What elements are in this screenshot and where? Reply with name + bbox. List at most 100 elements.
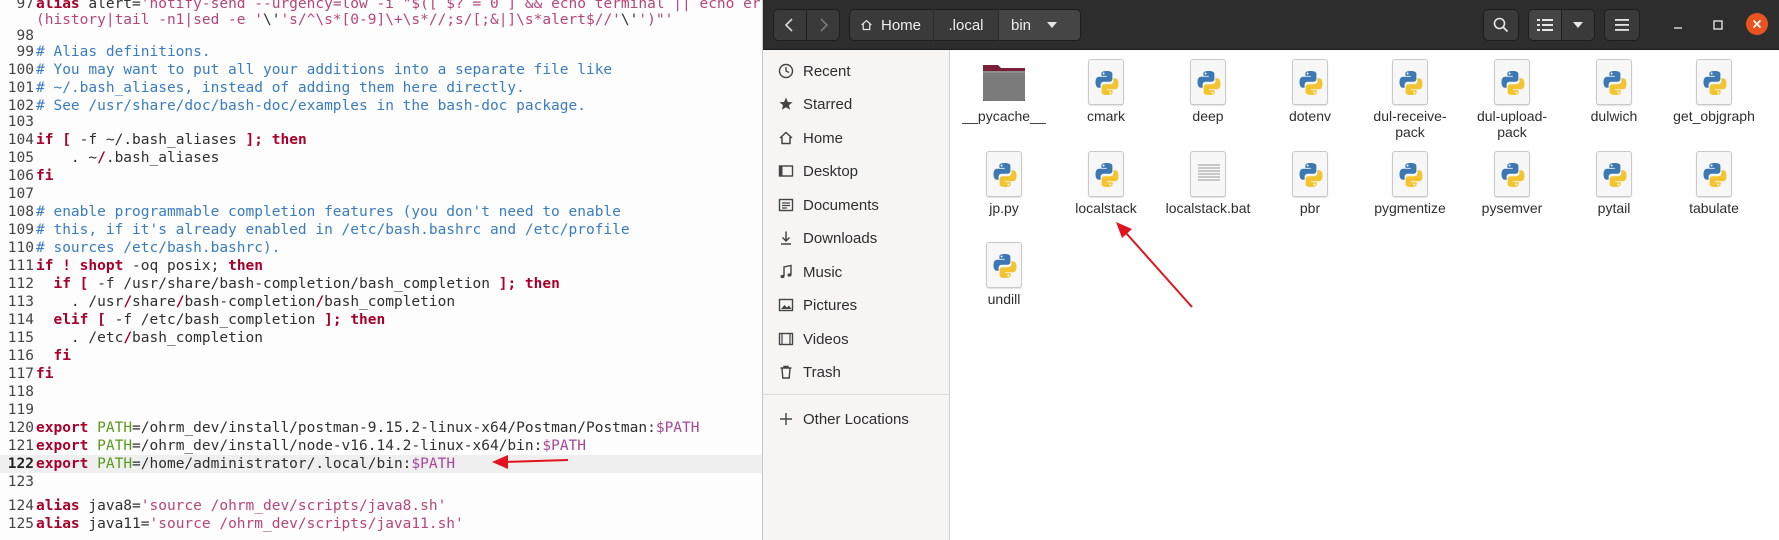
back-button[interactable] [773,9,807,41]
sidebar-item-videos[interactable]: Videos [763,322,950,356]
code-line[interactable]: 106 fi [0,167,762,185]
sidebar-item-trash[interactable]: Trash [763,355,950,389]
download-icon [777,229,795,247]
forward-button[interactable] [806,9,840,41]
text-editor[interactable]: 97 alias alert='notify-send --urgency=low… [0,0,762,540]
code-token: \' [262,12,281,28]
sidebar-item-documents[interactable]: Documents [763,188,950,222]
code-token: # this, if it's already enabled in /etc/… [36,222,630,238]
breadcrumb-bin[interactable]: bin [999,9,1081,41]
file-item[interactable]: deep [1162,55,1254,143]
sidebar-item-label: Videos [803,330,849,348]
code-line[interactable]: 115 . /etc/bash_completion [0,329,762,347]
code-line[interactable]: 119 [0,401,762,419]
file-item[interactable]: dotenv [1264,55,1356,143]
maximize-button[interactable] [1706,13,1730,37]
code-token: ]; [324,312,342,328]
code-token: $PATH [411,456,456,472]
code-line[interactable]: 112 if [ -f /usr/share/bash-completion/b… [0,275,762,293]
close-button[interactable] [1746,13,1768,35]
breadcrumb-home[interactable]: Home [849,9,933,41]
file-item[interactable]: pysemver [1466,147,1558,235]
menu-button[interactable] [1604,9,1640,41]
code-line[interactable]: 99 # Alias definitions. [0,43,762,61]
code-token: PATH [97,456,133,472]
desktop-icon [777,162,795,180]
sidebar-item-pictures[interactable]: Pictures [763,288,950,322]
sidebar-item-recent[interactable]: Recent [763,54,950,88]
code-line[interactable]: 113 . /usr/share/bash-completion/bash_co… [0,293,762,311]
line-number: 109 [7,222,34,238]
python-file-icon [1190,59,1226,105]
code-token: java8= [79,498,141,514]
code-line[interactable]: 103 [0,113,762,131]
breadcrumb-local[interactable]: .local [934,9,998,41]
code-token: bash-completion [184,294,316,310]
file-item[interactable]: pbr [1264,147,1356,235]
code-line[interactable]: 110 # sources /etc/bash.bashrc). [0,239,762,257]
file-item[interactable]: localstack.bat [1162,147,1254,235]
file-item[interactable]: jp.py [958,147,1050,235]
code-line[interactable]: 118 [0,383,762,401]
search-button[interactable] [1483,9,1519,41]
code-line[interactable]: 121 export PATH=/ohrm_dev/install/node-v1… [0,437,762,455]
file-grid[interactable]: __pycache__ cmark deep dotenv dul-receive-pa… [951,50,1779,540]
line-number: 108 [7,204,34,220]
sidebar-item-music[interactable]: Music [763,255,950,289]
code-token: fi [36,366,54,382]
file-item[interactable]: dul-upload-pack [1466,55,1558,143]
code-line[interactable]: 122 export PATH=/home/administrator/.loca… [0,455,762,473]
trash-icon [777,363,795,381]
python-file-icon [1392,59,1428,105]
code-line[interactable]: 120 export PATH=/ohrm_dev/install/postman… [0,419,762,437]
sidebar-item-downloads[interactable]: Downloads [763,221,950,255]
file-name: localstack.bat [1165,200,1251,216]
code-line[interactable]: 123 [0,473,762,491]
code-line[interactable]: 114 elif [ -f /etc/bash_completion ]; th… [0,311,762,329]
file-item[interactable]: dulwich [1568,55,1660,143]
python-file-icon [1392,151,1428,197]
code-token: alias [36,516,80,532]
sidebar-item-label: Trash [803,363,841,381]
file-item[interactable]: pytail [1568,147,1660,235]
view-list-button[interactable] [1528,9,1562,41]
code-line[interactable]: 117 fi [0,365,762,383]
code-token: # enable programmable completion feature… [36,204,621,220]
text-file-icon [1190,151,1226,197]
file-item[interactable]: pygmentize [1364,147,1456,235]
code-line[interactable]: 116 fi [0,347,762,365]
code-line[interactable]: 101 # ~/.bash_aliases, instead of adding … [0,79,762,97]
file-item[interactable]: dul-receive-pack [1364,55,1456,143]
code-line[interactable]: 124 alias java8='source /ohrm_dev/scripts… [0,497,762,515]
minimize-button[interactable] [1666,13,1690,37]
sidebar-item-other-locations[interactable]: Other Locations [763,402,950,436]
view-options-button[interactable] [1561,9,1595,41]
file-name: __pycache__ [962,108,1046,124]
code-line[interactable]: 104 if [ -f ~/.bash_aliases ]; then [0,131,762,149]
code-token: ]; [498,276,517,292]
file-item[interactable]: get_objgraph [1668,55,1760,143]
code-line[interactable]: 100 # You may want to put all your additi… [0,61,762,79]
code-token: 'source /ohrm_dev/scripts/java11.sh' [149,516,464,532]
code-line[interactable]: 107 [0,185,762,203]
code-line[interactable]: 105 . ~/.bash_aliases [0,149,762,167]
code-line[interactable]: 111 if ! shopt -oq posix; then [0,257,762,275]
file-item[interactable]: undill [958,238,1050,326]
code-line[interactable]: 109 # this, if it's already enabled in /e… [0,221,762,239]
file-item[interactable]: cmark [1060,55,1152,143]
line-number: 107 [7,186,34,202]
sidebar-item-desktop[interactable]: Desktop [763,154,950,188]
file-item[interactable]: localstack [1060,147,1152,235]
sidebar-item-home[interactable]: Home [763,121,950,155]
code-token: if [36,258,54,274]
code-token: -f ~/.bash_aliases [70,132,246,148]
sidebar-item-starred[interactable]: Starred [763,87,950,121]
folder-item[interactable]: __pycache__ [958,55,1050,143]
file-item[interactable]: tabulate [1668,147,1760,235]
code-line[interactable]: 125 alias java11='source /ohrm_dev/script… [0,515,762,533]
code-line[interactable]: 108 # enable programmable completion feat… [0,203,762,221]
code-token: if [53,276,71,292]
breadcrumb-label: Home [880,16,921,34]
